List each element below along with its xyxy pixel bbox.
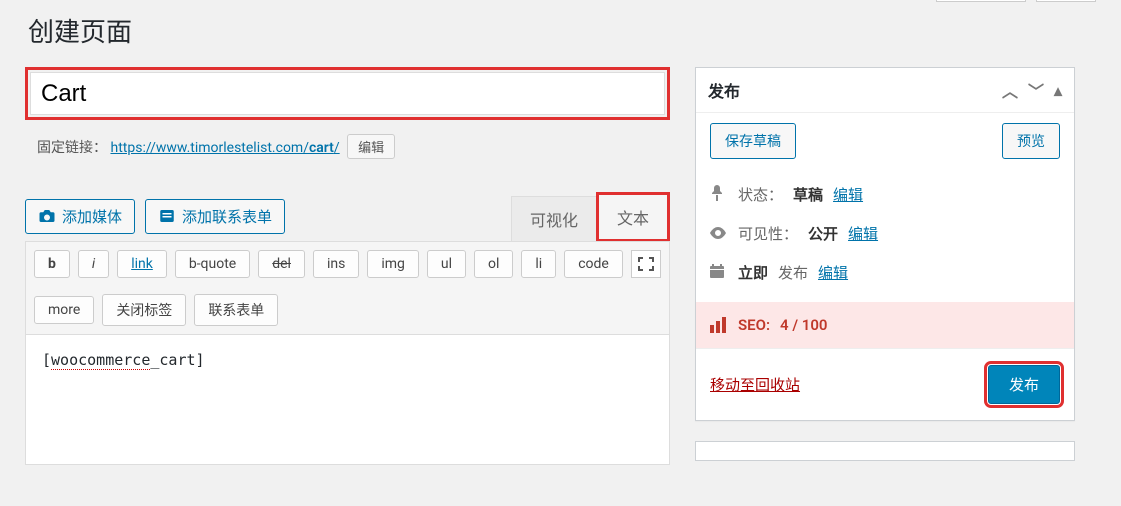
form-icon <box>158 207 176 225</box>
fullscreen-button[interactable] <box>631 250 661 278</box>
qt-more[interactable]: more <box>34 296 94 324</box>
seo-score-bar: SEO: 4 / 100 <box>696 302 1074 348</box>
save-draft-button[interactable]: 保存草稿 <box>710 123 796 159</box>
publish-metabox: 发布 ︿ ﹀ ▴ 保存草稿 预览 <box>695 67 1075 421</box>
qt-li[interactable]: li <box>521 250 556 278</box>
qt-ins[interactable]: ins <box>313 250 359 278</box>
add-media-button[interactable]: 添加媒体 <box>25 199 135 234</box>
post-title-input[interactable] <box>30 72 665 115</box>
bar-chart-icon <box>710 317 728 333</box>
qt-ol[interactable]: ol <box>474 250 513 278</box>
content-editor[interactable]: [woocommerce_cart] <box>25 335 670 465</box>
publish-button[interactable]: 发布 <box>988 365 1060 404</box>
permalink-row: 固定链接： https://www.timorlestelist.com/car… <box>37 134 670 159</box>
status-label: 状态： <box>738 184 783 205</box>
seo-score: 4 / 100 <box>780 316 827 334</box>
edit-permalink-button[interactable]: 编辑 <box>347 134 395 159</box>
move-to-trash-link[interactable]: 移动至回收站 <box>710 374 800 395</box>
qt-bquote[interactable]: b-quote <box>175 250 250 278</box>
calendar-icon <box>710 264 728 282</box>
pin-icon <box>710 185 728 205</box>
qt-del[interactable]: del <box>258 250 305 278</box>
page-heading: 创建页面 <box>28 12 1096 49</box>
quicktags-toolbar: b i link b-quote del ins img ul ol li co… <box>25 241 670 335</box>
preview-button[interactable]: 预览 <box>1002 123 1060 159</box>
visibility-label: 可见性： <box>738 223 798 244</box>
qt-contact-form[interactable]: 联系表单 <box>194 294 278 326</box>
visual-tab[interactable]: 可视化 <box>511 196 596 242</box>
qt-code[interactable]: code <box>564 250 623 278</box>
camera-icon <box>38 207 56 225</box>
next-metabox-stub <box>695 441 1075 461</box>
chevron-down-icon[interactable]: ﹀ <box>1028 78 1044 102</box>
visibility-value: 公开 <box>808 223 838 244</box>
permalink-label: 固定链接： <box>37 140 107 156</box>
qt-img[interactable]: img <box>367 250 419 278</box>
qt-link[interactable]: link <box>117 250 167 278</box>
status-value: 草稿 <box>793 184 823 205</box>
toggle-panel-icon[interactable]: ▴ <box>1054 81 1062 100</box>
qt-close-tags[interactable]: 关闭标签 <box>102 294 186 326</box>
edit-status-link[interactable]: 编辑 <box>833 184 863 205</box>
edit-visibility-link[interactable]: 编辑 <box>848 223 878 244</box>
qt-italic[interactable]: i <box>78 250 109 278</box>
schedule-prefix: 立即 <box>738 262 768 283</box>
permalink-link[interactable]: https://www.timorlestelist.com/cart/ <box>110 140 339 156</box>
eye-icon <box>710 225 728 243</box>
top-button-stub <box>936 0 1026 2</box>
top-button-stub <box>1036 0 1096 2</box>
chevron-up-icon[interactable]: ︿ <box>1002 78 1018 102</box>
schedule-suffix: 发布 <box>778 262 808 283</box>
seo-label: SEO: <box>738 316 770 334</box>
text-tab[interactable]: 文本 <box>596 192 670 242</box>
publish-title: 发布 <box>708 78 740 102</box>
add-contact-form-button[interactable]: 添加联系表单 <box>145 199 285 234</box>
fullscreen-icon <box>638 257 654 271</box>
qt-ul[interactable]: ul <box>427 250 466 278</box>
edit-schedule-link[interactable]: 编辑 <box>818 262 848 283</box>
qt-bold[interactable]: b <box>34 250 70 278</box>
